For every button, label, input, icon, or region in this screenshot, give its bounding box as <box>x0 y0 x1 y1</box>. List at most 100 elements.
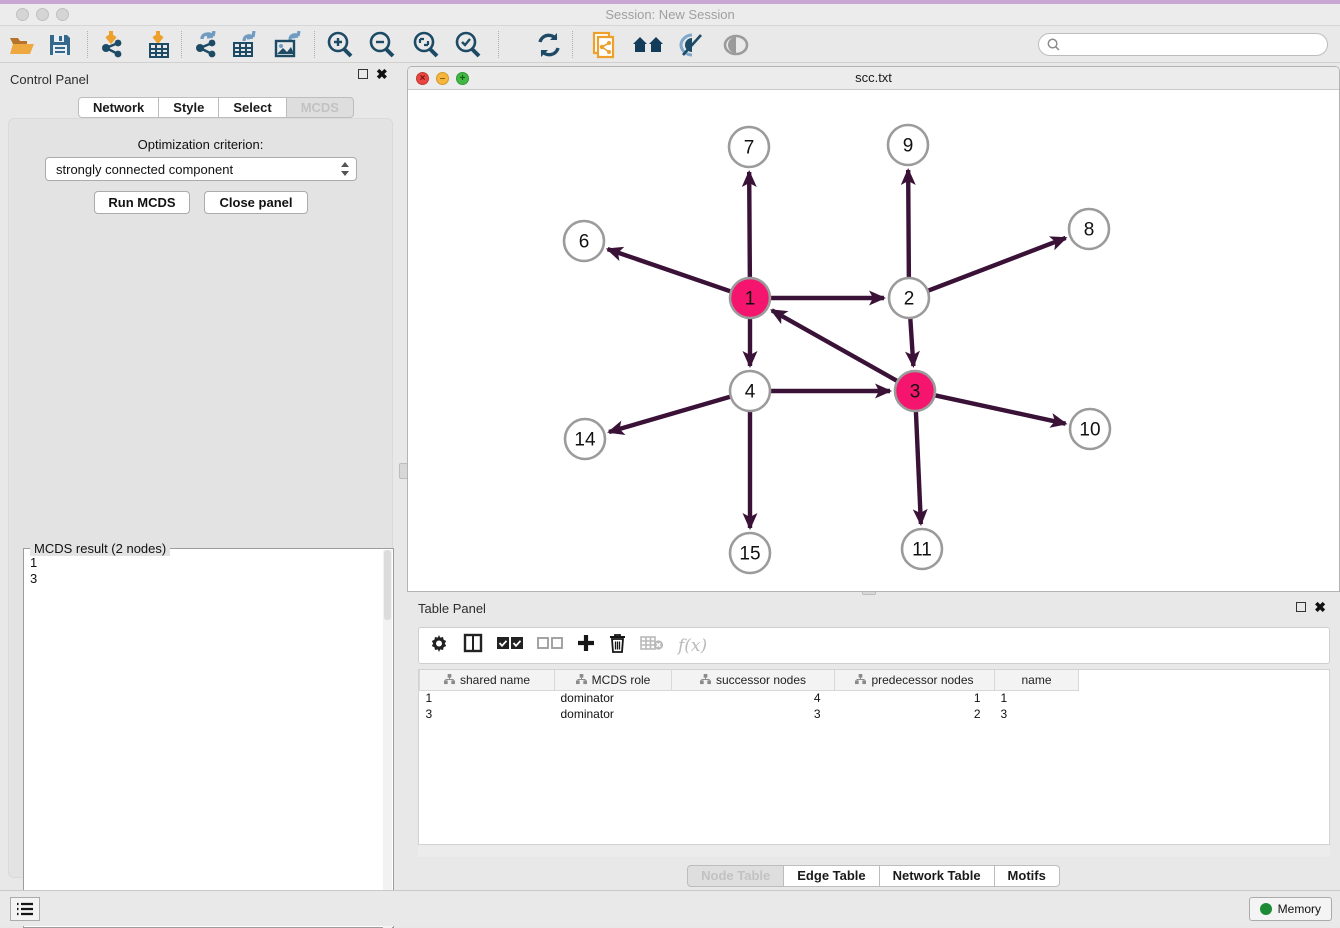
delete-table-icon[interactable] <box>640 635 664 656</box>
export-network-icon[interactable] <box>191 29 223 61</box>
edge-1-6[interactable] <box>608 249 733 292</box>
session-title: Session: New Session <box>0 4 1340 25</box>
edge-4-14[interactable] <box>609 396 733 432</box>
column-header-name[interactable]: name <box>995 670 1079 690</box>
tab-mcds[interactable]: MCDS <box>287 97 354 118</box>
result-scrollbar[interactable] <box>383 550 392 928</box>
add-column-icon[interactable] <box>577 634 595 657</box>
column-header-successor-nodes[interactable]: successor nodes <box>672 670 835 690</box>
tab-node-table[interactable]: Node Table <box>687 865 784 887</box>
tab-style[interactable]: Style <box>159 97 219 118</box>
table-panel: Table Panel ✖ f(x) shared nameMCDS roles… <box>407 595 1340 890</box>
optimization-criterion-label: Optimization criterion: <box>9 137 392 152</box>
tab-motifs[interactable]: Motifs <box>995 865 1060 887</box>
network-window-titlebar[interactable]: × – + scc.txt <box>408 67 1339 90</box>
edge-3-11[interactable] <box>916 409 921 524</box>
column-header-shared-name[interactable]: shared name <box>420 670 555 690</box>
memory-status-icon <box>1260 903 1272 915</box>
hide-selected-icon[interactable] <box>676 29 708 61</box>
table-row[interactable]: 3dominator323 <box>420 706 1079 722</box>
delete-column-icon[interactable] <box>609 633 626 658</box>
deselect-all-icon[interactable] <box>537 636 563 655</box>
hierarchy-icon <box>855 674 866 685</box>
node-label-4: 4 <box>745 382 756 403</box>
refresh-layout-icon[interactable] <box>533 29 565 61</box>
node-label-10: 10 <box>1079 420 1100 441</box>
function-builder-icon[interactable]: f(x) <box>678 636 707 656</box>
node-label-15: 15 <box>739 544 760 565</box>
main-toolbar <box>0 26 1340 63</box>
toolbar-separator <box>314 31 315 58</box>
export-table-icon[interactable] <box>229 29 261 61</box>
node-label-8: 8 <box>1084 220 1095 241</box>
tab-network-table[interactable]: Network Table <box>880 865 995 887</box>
table-settings-icon[interactable] <box>429 633 449 658</box>
window-close-button[interactable] <box>16 8 29 21</box>
tab-select[interactable]: Select <box>219 97 286 118</box>
import-network-icon[interactable] <box>97 29 129 61</box>
close-panel-button[interactable]: Close panel <box>204 191 308 214</box>
memory-button[interactable]: Memory <box>1249 897 1332 921</box>
zoom-out-icon[interactable] <box>366 29 398 61</box>
toolbar-separator <box>181 31 182 58</box>
node-label-2: 2 <box>904 289 915 310</box>
edge-2-9[interactable] <box>908 170 909 280</box>
zoom-fit-icon[interactable] <box>410 29 442 61</box>
float-table-panel-icon[interactable] <box>1296 602 1306 612</box>
status-bar: Memory <box>0 890 1340 926</box>
network-title: scc.txt <box>408 67 1339 89</box>
node-label-1: 1 <box>745 289 756 310</box>
table-tabs: Node Table Edge Table Network Table Moti… <box>407 865 1340 887</box>
network-maximize-icon[interactable]: + <box>456 72 469 85</box>
task-history-button[interactable] <box>10 897 40 921</box>
tab-edge-table[interactable]: Edge Table <box>784 865 879 887</box>
window-minimize-button[interactable] <box>36 8 49 21</box>
show-all-icon[interactable] <box>720 29 752 61</box>
control-panel: Control Panel ✖ Network Style Select MCD… <box>0 63 403 890</box>
node-label-14: 14 <box>574 430 596 451</box>
mcds-result-title: MCDS result (2 nodes) <box>30 541 170 556</box>
mcds-panel-body: Optimization criterion: strongly connect… <box>8 118 393 878</box>
first-neighbors-icon[interactable] <box>632 29 664 61</box>
search-input[interactable] <box>1064 35 1327 54</box>
edge-2-8[interactable] <box>926 238 1066 292</box>
edge-2-3[interactable] <box>910 316 913 366</box>
save-session-icon[interactable] <box>44 29 76 61</box>
export-image-icon[interactable] <box>272 29 304 61</box>
column-header-MCDS-role[interactable]: MCDS role <box>555 670 672 690</box>
search-box[interactable] <box>1038 33 1328 56</box>
edge-3-10[interactable] <box>933 395 1066 424</box>
network-graph: 7968124314101511 <box>408 90 1339 592</box>
close-panel-icon[interactable]: ✖ <box>376 69 388 79</box>
table-hscrollbar[interactable] <box>418 845 1330 857</box>
edge-3-1[interactable] <box>772 310 900 382</box>
node-table-grid[interactable]: shared nameMCDS rolesuccessor nodesprede… <box>419 670 1079 722</box>
zoom-selected-icon[interactable] <box>452 29 484 61</box>
column-manager-icon[interactable] <box>463 633 483 658</box>
open-session-icon[interactable] <box>6 29 38 61</box>
network-close-icon[interactable]: × <box>416 72 429 85</box>
optimization-criterion-select[interactable]: strongly connected component <box>45 157 357 181</box>
window-zoom-button[interactable] <box>56 8 69 21</box>
clone-network-icon[interactable] <box>589 29 621 61</box>
run-mcds-button[interactable]: Run MCDS <box>94 191 190 214</box>
edge-1-7[interactable] <box>749 172 750 280</box>
network-canvas[interactable]: 7968124314101511 <box>408 90 1339 592</box>
control-panel-title: Control Panel <box>10 72 89 87</box>
select-all-icon[interactable] <box>497 636 523 655</box>
hierarchy-icon <box>700 674 711 685</box>
toolbar-separator <box>498 31 499 58</box>
node-label-3: 3 <box>910 382 921 403</box>
table-row[interactable]: 1dominator411 <box>420 690 1079 706</box>
close-table-panel-icon[interactable]: ✖ <box>1314 602 1326 612</box>
network-minimize-icon[interactable]: – <box>436 72 449 85</box>
mcds-result-text[interactable]: 1 3 <box>30 555 37 587</box>
memory-label: Memory <box>1278 902 1321 916</box>
control-panel-tabs: Network Style Select MCDS <box>78 97 354 118</box>
network-window: × – + scc.txt 7968124314101511 <box>407 66 1340 592</box>
zoom-in-icon[interactable] <box>324 29 356 61</box>
import-table-icon[interactable] <box>143 29 175 61</box>
column-header-predecessor-nodes[interactable]: predecessor nodes <box>835 670 995 690</box>
tab-network[interactable]: Network <box>78 97 159 118</box>
float-panel-icon[interactable] <box>358 69 368 79</box>
